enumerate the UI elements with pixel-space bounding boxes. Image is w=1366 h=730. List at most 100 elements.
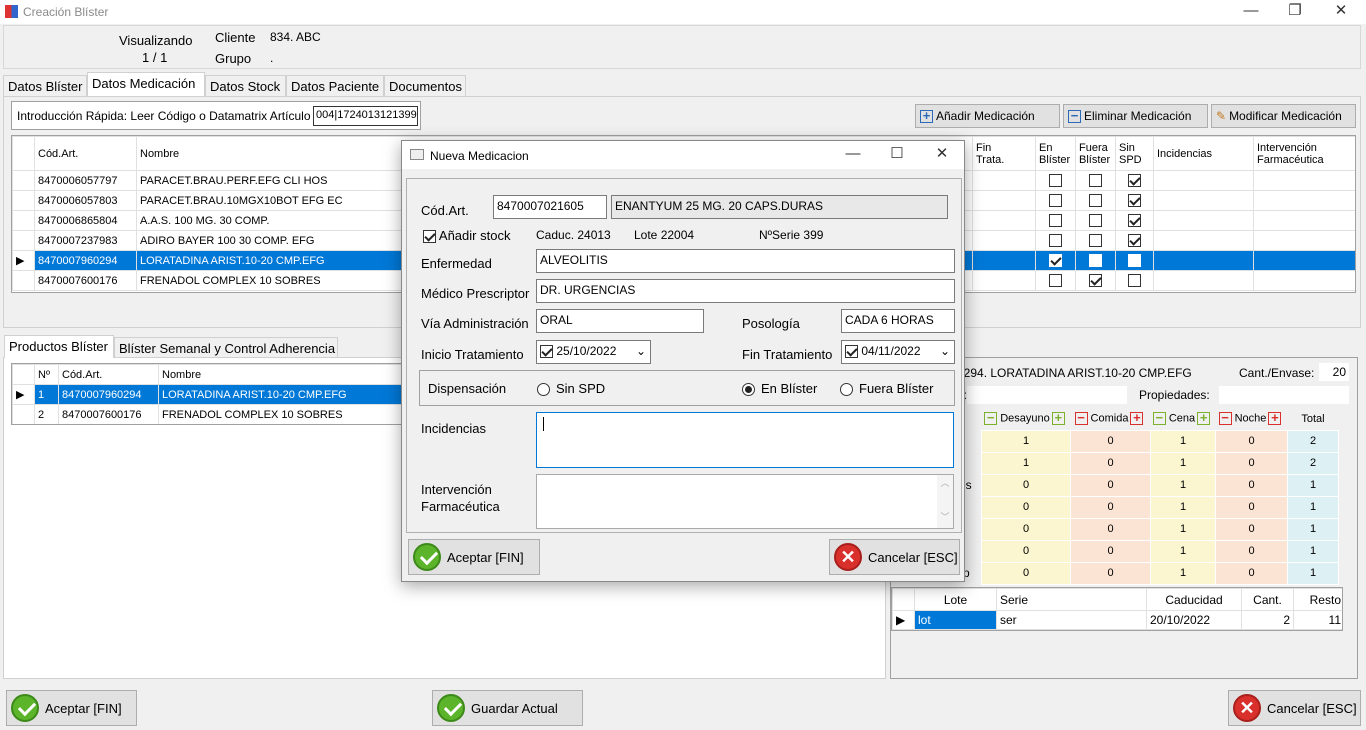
- cell-noche[interactable]: 0: [1215, 539, 1288, 563]
- radio-sin-spd[interactable]: Sin SPD: [537, 381, 605, 397]
- table-row[interactable]: ▶ 1 8470007960294 LORATADINA ARIST.10-20 CM…: [12, 384, 405, 405]
- cell-total[interactable]: 1: [1287, 495, 1339, 519]
- col-serie[interactable]: Serie: [996, 588, 1147, 611]
- dialog-accept-button[interactable]: Aceptar [FIN]: [408, 539, 540, 575]
- cell-desayuno[interactable]: 1: [981, 429, 1071, 453]
- incidencias-textarea[interactable]: [536, 412, 954, 468]
- footer-accept-button[interactable]: Aceptar [FIN]: [6, 690, 137, 726]
- cell-comida[interactable]: 0: [1070, 495, 1151, 519]
- cell-desayuno[interactable]: 0: [981, 495, 1071, 519]
- cell-noche[interactable]: 0: [1215, 429, 1288, 453]
- col-n[interactable]: Nº: [34, 364, 59, 385]
- tab-datos-medicacion[interactable]: Datos Medicación: [87, 72, 205, 96]
- tab-datos-stock[interactable]: Datos Stock: [205, 75, 286, 96]
- cell-desayuno[interactable]: 1: [981, 451, 1071, 475]
- col-cod[interactable]: Cód.Art.: [58, 364, 159, 385]
- cell-fuera-blister[interactable]: [1075, 210, 1116, 231]
- tab-datos-blister[interactable]: Datos Blíster: [3, 75, 87, 96]
- remove-medication-button[interactable]: − Eliminar Medicación: [1063, 104, 1208, 128]
- cell-desayuno[interactable]: 0: [981, 473, 1071, 497]
- radio-en-blister[interactable]: En Blíster: [742, 381, 817, 397]
- cell-fin[interactable]: [972, 190, 1036, 211]
- dosage-row[interactable]: 00101: [981, 517, 1339, 541]
- tab-blister-semanal[interactable]: Blíster Semanal y Control Adherencia: [114, 337, 338, 358]
- cell-en-blister[interactable]: [1035, 250, 1076, 271]
- col-sin-spd[interactable]: Sin SPD: [1115, 136, 1154, 171]
- dosage-row[interactable]: 10102: [981, 429, 1339, 453]
- cell-en-blister[interactable]: [1035, 210, 1076, 231]
- cell-cena[interactable]: 1: [1150, 451, 1216, 475]
- cell-cod[interactable]: 8470006057803: [34, 190, 137, 211]
- products-grid[interactable]: Nº Cód.Art. Nombre ▶ 1 8470007960294 LORATADI…: [11, 363, 406, 425]
- cell-incidencias[interactable]: [1153, 250, 1254, 271]
- cell-sin-spd[interactable]: [1115, 210, 1154, 231]
- add-medication-button[interactable]: + Añadir Medicación: [915, 104, 1060, 128]
- scrollbar[interactable]: ︿ ﹀: [937, 475, 953, 528]
- cell-intervencion[interactable]: [1253, 210, 1355, 231]
- cell-cod[interactable]: 8470007960294: [58, 384, 159, 405]
- modify-medication-button[interactable]: ✎ Modificar Medicación: [1211, 104, 1356, 128]
- cell-n[interactable]: 2: [34, 404, 59, 424]
- via-input[interactable]: ORAL: [536, 309, 704, 333]
- stock-cant[interactable]: 2: [1241, 610, 1294, 630]
- col-comida[interactable]: − Comida +: [1071, 408, 1151, 430]
- cell-total[interactable]: 2: [1287, 429, 1339, 453]
- col-intervencion[interactable]: Intervención Farmacéutica: [1253, 136, 1355, 171]
- stock-grid[interactable]: Lote Serie Caducidad Cant. Resto ▶ lot s…: [891, 587, 1343, 631]
- cell-fuera-blister[interactable]: [1075, 270, 1116, 291]
- cell-comida[interactable]: 0: [1070, 429, 1151, 453]
- col-desayuno[interactable]: − Desayuno +: [982, 408, 1071, 430]
- cell-nombre[interactable]: LORATADINA ARIST.10-20 CMP.EFG: [158, 384, 405, 405]
- stock-serie[interactable]: ser: [996, 610, 1147, 630]
- cell-cod[interactable]: 8470007237983: [34, 230, 137, 251]
- restore-button[interactable]: ❐: [1272, 0, 1318, 24]
- stock-row[interactable]: ▶ lot ser 20/10/2022 2 11: [892, 610, 1342, 630]
- cell-comida[interactable]: 0: [1070, 451, 1151, 475]
- save-current-button[interactable]: Guardar Actual: [432, 690, 583, 726]
- cell-cena[interactable]: 1: [1150, 429, 1216, 453]
- cell-incidencias[interactable]: [1153, 230, 1254, 251]
- cell-fin[interactable]: [972, 270, 1036, 291]
- col-total[interactable]: Total: [1288, 408, 1339, 430]
- fin-date-picker[interactable]: 04/11/2022 ⌄: [841, 340, 955, 364]
- quick-entry-input[interactable]: 004|1724013121399: [313, 106, 418, 126]
- cell-cena[interactable]: 1: [1150, 473, 1216, 497]
- cell-cod[interactable]: 8470007960294: [34, 250, 137, 271]
- cell-cod[interactable]: 8470007600176: [58, 404, 159, 424]
- cell-incidencias[interactable]: [1153, 170, 1254, 191]
- cell-total[interactable]: 1: [1287, 473, 1339, 497]
- stock-resto[interactable]: 11: [1293, 610, 1342, 630]
- cell-en-blister[interactable]: [1035, 230, 1076, 251]
- col-en-blister[interactable]: En Blíster: [1035, 136, 1076, 171]
- cell-en-blister[interactable]: [1035, 170, 1076, 191]
- cell-incidencias[interactable]: [1153, 270, 1254, 291]
- cell-sin-spd[interactable]: [1115, 190, 1154, 211]
- cell-cod[interactable]: 8470006865804: [34, 210, 137, 231]
- cell-incidencias[interactable]: [1153, 190, 1254, 211]
- dosage-row[interactable]: 00101: [981, 539, 1339, 563]
- cell-fin[interactable]: [972, 170, 1036, 191]
- dialog-minimize-button[interactable]: —: [830, 143, 876, 167]
- cell-total[interactable]: 2: [1287, 451, 1339, 475]
- cell-noche[interactable]: 0: [1215, 517, 1288, 541]
- col-nombre[interactable]: Nombre: [158, 364, 405, 385]
- cell-cod[interactable]: 8470006057797: [34, 170, 137, 191]
- col-cant[interactable]: Cant.: [1241, 588, 1294, 611]
- dosage-row[interactable]: 00101: [981, 495, 1339, 519]
- enfermedad-input[interactable]: ALVEOLITIS: [536, 249, 955, 273]
- col-fin-trata[interactable]: Fin Trata.: [972, 136, 1036, 171]
- cell-fuera-blister[interactable]: [1075, 230, 1116, 251]
- cell-sin-spd[interactable]: [1115, 230, 1154, 251]
- cell-comida[interactable]: 0: [1070, 517, 1151, 541]
- col-cena[interactable]: − Cena +: [1151, 408, 1216, 430]
- cell-cena[interactable]: 1: [1150, 539, 1216, 563]
- cell-cena[interactable]: 1: [1150, 495, 1216, 519]
- close-button[interactable]: ✕: [1318, 0, 1364, 24]
- cell-intervencion[interactable]: [1253, 270, 1355, 291]
- cell-total[interactable]: 1: [1287, 517, 1339, 541]
- cell-cena[interactable]: 1: [1150, 517, 1216, 541]
- cell-incidencias[interactable]: [1153, 210, 1254, 231]
- tab-datos-paciente[interactable]: Datos Paciente: [286, 75, 384, 96]
- col-lote[interactable]: Lote: [914, 588, 997, 611]
- cell-fuera-blister[interactable]: [1075, 250, 1116, 271]
